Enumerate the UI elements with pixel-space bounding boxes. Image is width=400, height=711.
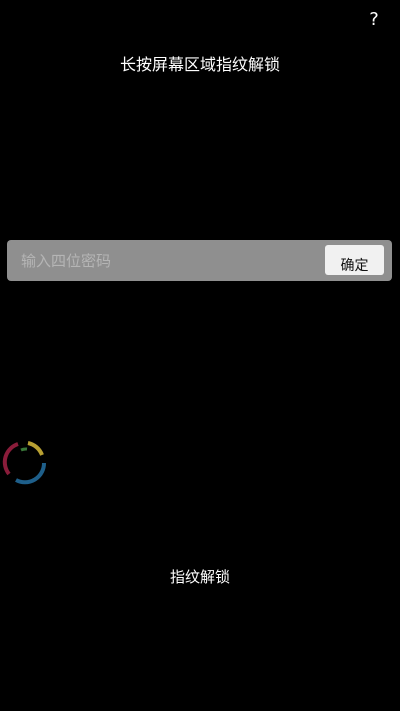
spinner-arc-4 bbox=[20, 447, 28, 452]
fingerprint-unlock-label[interactable]: 指纹解锁 bbox=[0, 566, 400, 588]
spinner-arc-1 bbox=[27, 441, 44, 456]
loading-spinner-icon bbox=[2, 441, 47, 485]
password-bar: 确定 bbox=[7, 240, 392, 281]
unlock-hint-text: 长按屏幕区域指纹解锁 bbox=[119, 55, 280, 74]
help-button[interactable]: ? bbox=[366, 8, 382, 32]
spinner-arc-2 bbox=[15, 462, 47, 485]
password-input[interactable] bbox=[17, 244, 317, 277]
confirm-button[interactable]: 确定 bbox=[325, 245, 384, 275]
confirm-button-label: 确定 bbox=[340, 258, 369, 274]
lock-screen: ? 长按屏幕区域指纹解锁 确定 指纹解锁 bbox=[0, 0, 400, 711]
spinner-arc-3 bbox=[2, 442, 19, 476]
